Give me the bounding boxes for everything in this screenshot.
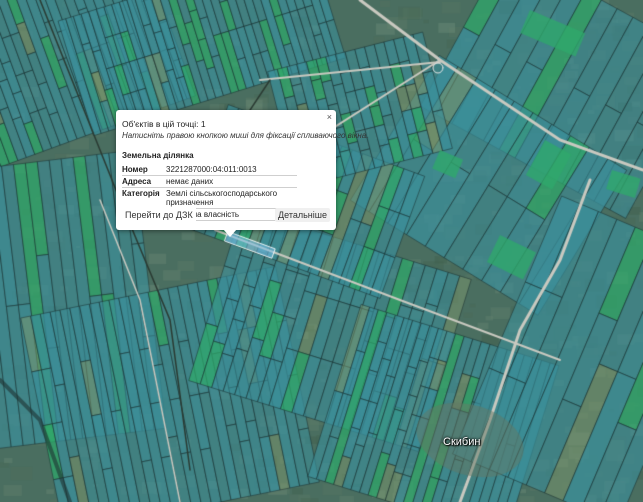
table-row: Номер 3221287000:04:011:0013 (122, 164, 297, 176)
objects-count: Об'єктів в цій точці: 1 (122, 119, 206, 129)
attribute-key: Адреса (122, 175, 166, 188)
attribute-value: немає даних (166, 175, 297, 188)
popup-hint: Натисніть правою кнопкою миші для фіксац… (122, 131, 369, 140)
section-title: Земельна ділянка (122, 151, 194, 160)
cadastral-map[interactable] (0, 0, 643, 502)
attribute-value: 3221287000:04:011:0013 (166, 164, 297, 176)
attribute-key: Номер (122, 164, 166, 176)
attribute-value: Землі сільськогосподарського призначення (166, 187, 297, 209)
go-to-dzk-link[interactable]: Перейти до ДЗК (122, 208, 196, 222)
popup-pointer (223, 229, 237, 237)
parcel-info-popup: × Об'єктів в цій точці: 1 Натисніть прав… (116, 110, 369, 230)
details-button[interactable]: Детальніше (275, 208, 330, 222)
attribute-key: Категорія (122, 187, 166, 209)
table-row: Адреса немає даних (122, 175, 297, 188)
popup-actions: Перейти до ДЗК Детальніше (122, 208, 330, 222)
table-row: Категорія Землі сільськогосподарського п… (122, 187, 297, 209)
close-icon[interactable]: × (327, 112, 332, 122)
